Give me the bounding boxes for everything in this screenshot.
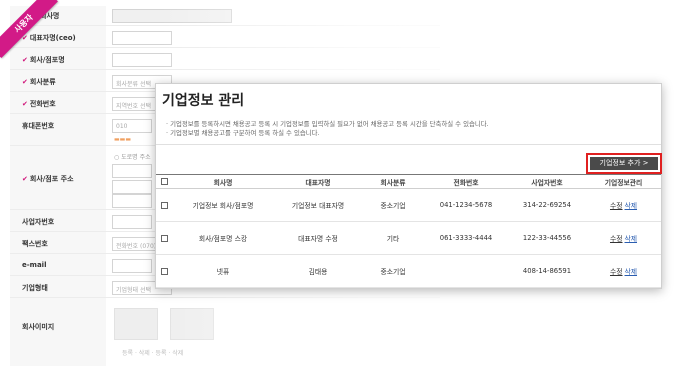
mobile-field[interactable]: 010 [112,119,152,133]
header-select-all[interactable] [156,174,172,189]
label-category: ✔ 회사분류 [22,78,56,86]
row-select-cell[interactable] [156,221,172,255]
cell-ceo: 김태용 [274,254,362,288]
email-field[interactable] [112,259,152,273]
modal-note: · 기업정보를 등록하시면 채용공고 등록 시 기업정보를 입력하실 필요가 없… [166,120,489,128]
edit-link[interactable]: 수정 [610,235,623,243]
delete-link[interactable]: 삭제 [625,235,638,243]
cell-ceo: 기업정보 대표자명 [274,188,362,222]
header-phone: 전화번호 [424,174,508,189]
row-select-cell[interactable] [156,254,172,288]
cell-company: 회사/점포명 스캉 [172,221,274,255]
label-bizno: 사업자번호 [22,218,55,226]
header-ceo: 대표자명 [274,174,362,189]
modal-note: · 기업정보별 채용공고를 구분하여 등록 하실 수 있습니다. [166,129,320,137]
table-row: 넷퓨 김태용 중소기업 408-14-86591 수정 삭제 [156,254,661,288]
bizno-field[interactable] [112,215,152,229]
cell-bizno: 122-33-44556 [508,221,586,255]
delete-link[interactable]: 삭제 [625,202,638,210]
label-email: e-mail [22,261,47,269]
company-info-table: 회사명 대표자명 회사분류 전화번호 사업자번호 기업정보관리 기업정보 회사/… [156,174,661,288]
delete-link[interactable]: 삭제 [625,268,638,276]
ribbon: 사용자 [0,0,60,60]
cell-category: 중소기업 [362,188,424,222]
table-row: 기업정보 회사/점포명 기업정보 대표자명 중소기업 041-1234-5678… [156,188,661,222]
mobile-note: ▬▬▬ [114,136,132,143]
row-checkbox[interactable] [160,201,168,209]
row-select-cell[interactable] [156,188,172,222]
label-phone-text: 전화번호 [29,100,56,108]
add-company-info-button[interactable]: 기업정보 추가 > [590,157,658,170]
cell-phone: 041-1234-5678 [424,188,508,222]
label-mobile: 휴대폰번호 [22,122,55,130]
edit-link[interactable]: 수정 [610,268,623,276]
label-category-text: 회사분류 [29,78,56,86]
cell-bizno: 408-14-86591 [508,254,586,288]
label-company-type: 기업형태 [22,284,48,292]
select-all-checkbox[interactable] [160,178,168,185]
ribbon-label: 사용자 [0,0,58,58]
modal-notes: · 기업정보를 등록하시면 채용공고 등록 시 기업정보를 입력하실 필요가 없… [166,120,489,138]
label-fax: 팩스번호 [22,240,48,248]
header-manage: 기업정보관리 [586,174,661,189]
header-bizno: 사업자번호 [508,174,586,189]
cell-phone: 061-3333-4444 [424,221,508,255]
header-company: 회사명 [172,174,274,189]
header-category: 회사분류 [362,174,424,189]
label-image: 회사이미지 [22,323,55,331]
cell-category: 기타 [362,221,424,255]
label-address-text: 회사/점포 주소 [29,175,74,183]
cell-phone [424,254,508,288]
company-image-1[interactable] [114,308,158,340]
cell-ceo: 대표자명 수정 [274,221,362,255]
cell-actions: 수정 삭제 [586,221,661,255]
zipcode-field[interactable] [112,164,152,178]
row-checkbox[interactable] [160,267,168,275]
edit-link[interactable]: 수정 [610,202,623,210]
cell-bizno: 314-22-69254 [508,188,586,222]
cell-actions: 수정 삭제 [586,254,661,288]
label-phone: ✔ 전화번호 [22,100,56,108]
address-radio[interactable]: ○ 도로명 주소 [114,152,151,161]
address-detail-field[interactable] [112,194,152,208]
row-checkbox[interactable] [160,234,168,242]
address-field[interactable] [112,180,152,194]
cell-actions: 수정 삭제 [586,188,661,222]
cell-category: 중소기업 [362,254,424,288]
label-address: ✔ 회사/점포 주소 [22,175,74,183]
table-header-row: 회사명 대표자명 회사분류 전화번호 사업자번호 기업정보관리 [156,174,661,189]
add-button-highlight: 기업정보 추가 > [586,153,662,174]
company-info-modal: 기업정보 관리 · 기업정보를 등록하시면 채용공고 등록 시 기업정보를 입력… [155,83,662,289]
modal-title: 기업정보 관리 [162,93,245,109]
cell-company: 넷퓨 [172,254,274,288]
cell-company: 기업정보 회사/점포명 [172,188,274,222]
modal-divider [156,144,661,145]
table-row: 회사/점포명 스캉 대표자명 수정 기타 061-3333-4444 122-3… [156,221,661,255]
